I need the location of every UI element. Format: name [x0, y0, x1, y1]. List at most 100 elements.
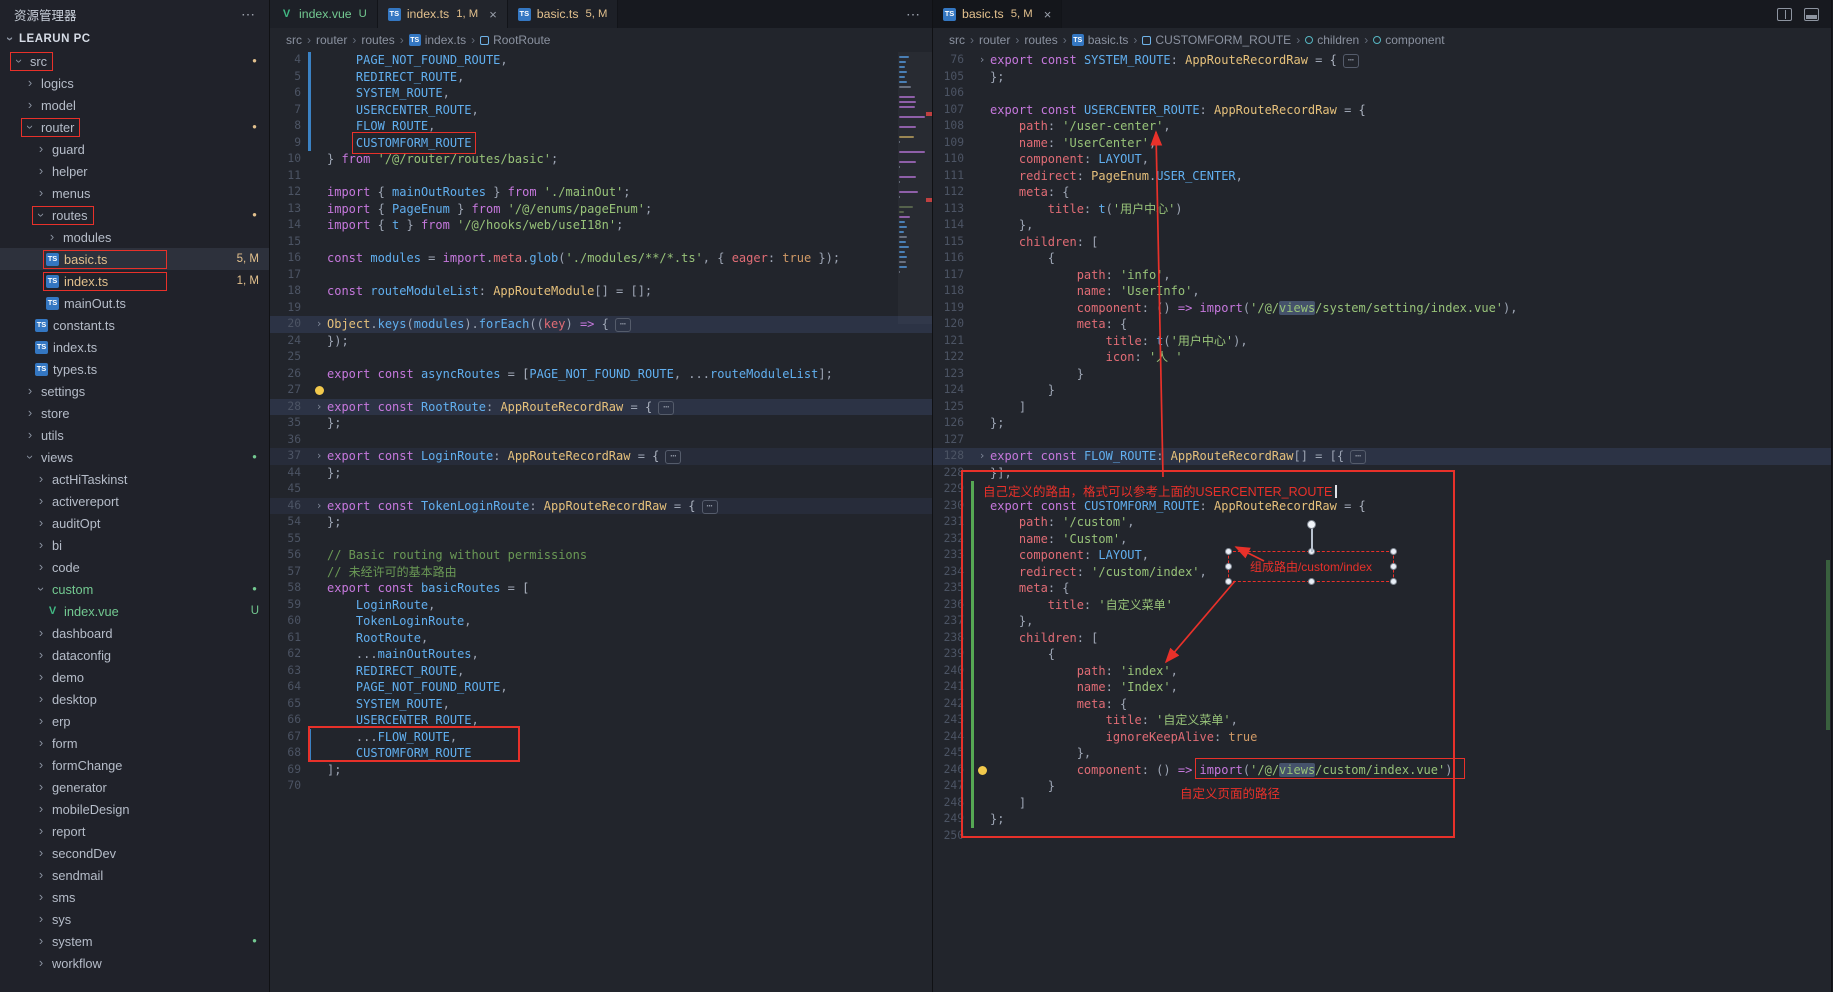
code-line-6[interactable]: 6 SYSTEM_ROUTE, [270, 85, 932, 102]
tree-item-sms[interactable]: ›sms [0, 886, 269, 908]
fold-chevron-icon[interactable]: › [311, 498, 327, 515]
editor-more-actions-icon[interactable]: ⋯ [906, 6, 920, 23]
code-line-109[interactable]: 109 name: 'UserCenter', [933, 135, 1831, 152]
breadcrumb-item-index.ts[interactable]: TSindex.ts [407, 33, 468, 47]
code-line-26[interactable]: 26export const asyncRoutes = [PAGE_NOT_F… [270, 366, 932, 383]
tree-item-report[interactable]: ›report [0, 820, 269, 842]
split-editor-icon[interactable] [1777, 8, 1792, 21]
code-line-128[interactable]: 128›export const FLOW_ROUTE: AppRouteRec… [933, 448, 1831, 465]
folded-ellipsis[interactable]: ⋯ [1343, 54, 1359, 68]
code-line-123[interactable]: 123 } [933, 366, 1831, 383]
code-line-107[interactable]: 107export const USERCENTER_ROUTE: AppRou… [933, 102, 1831, 119]
code-line-240[interactable]: 240 path: 'index', [933, 663, 1831, 680]
code-line-56[interactable]: 56// Basic routing without permissions [270, 547, 932, 564]
code-line-236[interactable]: 236 title: '自定义菜单' [933, 597, 1831, 614]
code-line-237[interactable]: 237 }, [933, 613, 1831, 630]
folded-ellipsis[interactable]: ⋯ [702, 500, 718, 514]
code-line-76[interactable]: 76›export const SYSTEM_ROUTE: AppRouteRe… [933, 52, 1831, 69]
code-line-235[interactable]: 235 meta: { [933, 580, 1831, 597]
code-line-10[interactable]: 10} from '/@/router/routes/basic'; [270, 151, 932, 168]
breadcrumb-item-children[interactable]: children [1303, 33, 1361, 47]
tree-item-router[interactable]: ›router● [0, 116, 269, 138]
tree-item-src[interactable]: ›src● [0, 50, 269, 72]
code-line-127[interactable]: 127 [933, 432, 1831, 449]
tree-item-utils[interactable]: ›utils [0, 424, 269, 446]
code-line-105[interactable]: 105}; [933, 69, 1831, 86]
tree-item-routes[interactable]: ›routes● [0, 204, 269, 226]
tree-item-system[interactable]: ›system● [0, 930, 269, 952]
code-line-241[interactable]: 241 name: 'Index', [933, 679, 1831, 696]
tree-item-index.ts[interactable]: TSindex.ts [0, 336, 269, 358]
tree-item-index.ts[interactable]: TSindex.ts1, M [0, 270, 269, 292]
code-line-24[interactable]: 24}); [270, 333, 932, 350]
code-line-37[interactable]: 37›export const LoginRoute: AppRouteReco… [270, 448, 932, 465]
breadcrumb-item-basic.ts[interactable]: TSbasic.ts [1070, 33, 1131, 47]
code-line-242[interactable]: 242 meta: { [933, 696, 1831, 713]
fold-chevron-icon[interactable]: › [311, 399, 327, 416]
code-line-248[interactable]: 248 ] [933, 795, 1831, 812]
code-line-54[interactable]: 54}; [270, 514, 932, 531]
code-line-25[interactable]: 25 [270, 349, 932, 366]
tab-index.vue[interactable]: Vindex.vueU [270, 0, 378, 28]
code-line-7[interactable]: 7 USERCENTER_ROUTE, [270, 102, 932, 119]
code-line-121[interactable]: 121 title: t('用户中心'), [933, 333, 1831, 350]
folded-ellipsis[interactable]: ⋯ [1350, 450, 1366, 464]
code-line-60[interactable]: 60 TokenLoginRoute, [270, 613, 932, 630]
code-line-122[interactable]: 122 icon: '人 ' [933, 349, 1831, 366]
code-line-120[interactable]: 120 meta: { [933, 316, 1831, 333]
code-line-234[interactable]: 234 redirect: '/custom/index', [933, 564, 1831, 581]
code-line-126[interactable]: 126}; [933, 415, 1831, 432]
code-line-11[interactable]: 11 [270, 168, 932, 185]
breadcrumb-item-router[interactable]: router [977, 33, 1012, 47]
code-line-4[interactable]: 4 PAGE_NOT_FOUND_ROUTE, [270, 52, 932, 69]
code-line-46[interactable]: 46›export const TokenLoginRoute: AppRout… [270, 498, 932, 515]
code-line-243[interactable]: 243 title: '自定义菜单', [933, 712, 1831, 729]
code-line-114[interactable]: 114 }, [933, 217, 1831, 234]
code-line-28[interactable]: 28›export const RootRoute: AppRouteRecor… [270, 399, 932, 416]
fold-chevron-icon[interactable]: › [974, 52, 990, 69]
tree-item-modules[interactable]: ›modules [0, 226, 269, 248]
lightbulb-icon[interactable] [974, 762, 990, 779]
code-line-35[interactable]: 35}; [270, 415, 932, 432]
fold-chevron-icon[interactable]: › [311, 448, 327, 465]
code-line-65[interactable]: 65 SYSTEM_ROUTE, [270, 696, 932, 713]
explorer-more-actions-icon[interactable]: ⋯ [241, 6, 255, 23]
tree-item-helper[interactable]: ›helper [0, 160, 269, 182]
tab-basic.ts[interactable]: TSbasic.ts5, M× [933, 0, 1062, 28]
tree-item-views[interactable]: ›views● [0, 446, 269, 468]
tree-item-workflow[interactable]: ›workflow [0, 952, 269, 974]
code-line-118[interactable]: 118 name: 'UserInfo', [933, 283, 1831, 300]
code-line-238[interactable]: 238 children: [ [933, 630, 1831, 647]
breadcrumb-item-routes[interactable]: routes [359, 33, 396, 47]
tree-item-bi[interactable]: ›bi [0, 534, 269, 556]
code-line-68[interactable]: 68 CUSTOMFORM_ROUTE [270, 745, 932, 762]
code-line-61[interactable]: 61 RootRoute, [270, 630, 932, 647]
tree-item-mobileDesign[interactable]: ›mobileDesign [0, 798, 269, 820]
breadcrumb-item-component[interactable]: component [1371, 33, 1446, 47]
tree-item-index.vue[interactable]: Vindex.vueU [0, 600, 269, 622]
code-line-125[interactable]: 125 ] [933, 399, 1831, 416]
code-line-58[interactable]: 58export const basicRoutes = [ [270, 580, 932, 597]
code-line-13[interactable]: 13import { PageEnum } from '/@/enums/pag… [270, 201, 932, 218]
tree-item-model[interactable]: ›model [0, 94, 269, 116]
code-line-228[interactable]: 228}]; [933, 465, 1831, 482]
code-line-12[interactable]: 12import { mainOutRoutes } from './mainO… [270, 184, 932, 201]
code-line-57[interactable]: 57// 未经许可的基本路由 [270, 564, 932, 581]
close-icon[interactable]: × [489, 7, 497, 22]
tree-item-dashboard[interactable]: ›dashboard [0, 622, 269, 644]
tree-item-erp[interactable]: ›erp [0, 710, 269, 732]
tree-item-auditOpt[interactable]: ›auditOpt [0, 512, 269, 534]
code-line-116[interactable]: 116 { [933, 250, 1831, 267]
code-line-106[interactable]: 106 [933, 85, 1831, 102]
code-line-70[interactable]: 70 [270, 778, 932, 795]
code-line-45[interactable]: 45 [270, 481, 932, 498]
tree-item-dataconfig[interactable]: ›dataconfig [0, 644, 269, 666]
code-line-111[interactable]: 111 redirect: PageEnum.USER_CENTER, [933, 168, 1831, 185]
code-line-8[interactable]: 8 FLOW_ROUTE, [270, 118, 932, 135]
tree-item-basic.ts[interactable]: TSbasic.ts5, M [0, 248, 269, 270]
code-line-20[interactable]: 20›Object.keys(modules).forEach((key) =>… [270, 316, 932, 333]
lightbulb-icon[interactable] [311, 382, 327, 399]
code-editor-index-ts[interactable]: 4 PAGE_NOT_FOUND_ROUTE,5 REDIRECT_ROUTE,… [270, 52, 932, 795]
code-line-233[interactable]: 233 component: LAYOUT, [933, 547, 1831, 564]
code-line-14[interactable]: 14import { t } from '/@/hooks/web/useI18… [270, 217, 932, 234]
